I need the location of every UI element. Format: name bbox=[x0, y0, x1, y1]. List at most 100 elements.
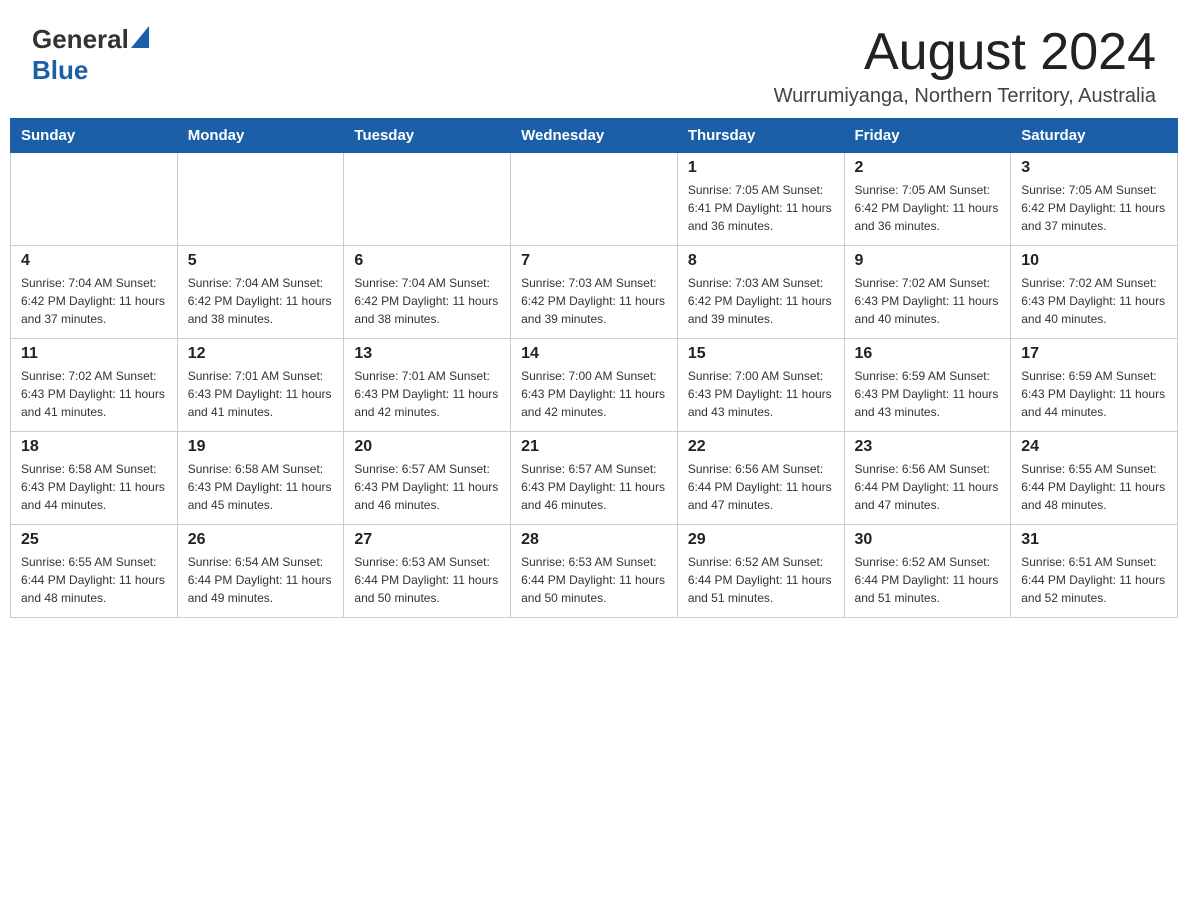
calendar-week-row: 25 Sunrise: 6:55 AM Sunset: 6:44 PM Dayli… bbox=[11, 525, 1178, 618]
logo: General Blue bbox=[32, 24, 149, 86]
day-info: Sunrise: 6:58 AM Sunset: 6:43 PM Dayligh… bbox=[21, 460, 167, 514]
calendar-cell: 22 Sunrise: 6:56 AM Sunset: 6:44 PM Dayli… bbox=[677, 432, 844, 525]
day-number: 22 bbox=[688, 438, 834, 456]
day-info: Sunrise: 6:56 AM Sunset: 6:44 PM Dayligh… bbox=[855, 460, 1001, 514]
day-number: 16 bbox=[855, 345, 1001, 363]
calendar-cell bbox=[11, 153, 178, 246]
calendar-cell: 19 Sunrise: 6:58 AM Sunset: 6:43 PM Dayli… bbox=[177, 432, 344, 525]
day-number: 31 bbox=[1021, 531, 1167, 549]
calendar-cell bbox=[511, 153, 678, 246]
day-number: 20 bbox=[354, 438, 500, 456]
calendar-cell: 4Sunrise: 7:04 AM Sunset: 6:42 PM Daylig… bbox=[11, 246, 178, 339]
calendar-week-row: 4Sunrise: 7:04 AM Sunset: 6:42 PM Daylig… bbox=[11, 246, 1178, 339]
calendar-cell: 9Sunrise: 7:02 AM Sunset: 6:43 PM Daylig… bbox=[844, 246, 1011, 339]
day-info: Sunrise: 6:57 AM Sunset: 6:43 PM Dayligh… bbox=[521, 460, 667, 514]
logo-triangle-icon bbox=[131, 26, 149, 53]
day-info: Sunrise: 6:53 AM Sunset: 6:44 PM Dayligh… bbox=[354, 553, 500, 607]
calendar-cell: 27 Sunrise: 6:53 AM Sunset: 6:44 PM Dayli… bbox=[344, 525, 511, 618]
calendar-day-header-monday: Monday bbox=[177, 119, 344, 153]
day-number: 11 bbox=[21, 345, 167, 363]
calendar-cell: 8Sunrise: 7:03 AM Sunset: 6:42 PM Daylig… bbox=[677, 246, 844, 339]
calendar-cell: 13 Sunrise: 7:01 AM Sunset: 6:43 PM Dayli… bbox=[344, 339, 511, 432]
day-info: Sunrise: 7:05 AM Sunset: 6:42 PM Dayligh… bbox=[855, 181, 1001, 235]
day-info: Sunrise: 6:52 AM Sunset: 6:44 PM Dayligh… bbox=[688, 553, 834, 607]
day-info: Sunrise: 7:04 AM Sunset: 6:42 PM Dayligh… bbox=[354, 274, 500, 328]
day-number: 7 bbox=[521, 252, 667, 270]
day-number: 10 bbox=[1021, 252, 1167, 270]
day-info: Sunrise: 7:05 AM Sunset: 6:42 PM Dayligh… bbox=[1021, 181, 1167, 235]
calendar-cell: 26Sunrise: 6:54 AM Sunset: 6:44 PM Dayli… bbox=[177, 525, 344, 618]
calendar-day-header-sunday: Sunday bbox=[11, 119, 178, 153]
title-block: August 2024 Wurrumiyanga, Northern Terri… bbox=[774, 24, 1156, 108]
day-info: Sunrise: 7:05 AM Sunset: 6:41 PM Dayligh… bbox=[688, 181, 834, 235]
day-number: 27 bbox=[354, 531, 500, 549]
calendar-cell: 31Sunrise: 6:51 AM Sunset: 6:44 PM Dayli… bbox=[1011, 525, 1178, 618]
calendar-cell: 2 Sunrise: 7:05 AM Sunset: 6:42 PM Daylig… bbox=[844, 153, 1011, 246]
day-info: Sunrise: 7:02 AM Sunset: 6:43 PM Dayligh… bbox=[21, 367, 167, 421]
day-info: Sunrise: 7:00 AM Sunset: 6:43 PM Dayligh… bbox=[688, 367, 834, 421]
calendar-cell: 11 Sunrise: 7:02 AM Sunset: 6:43 PM Dayli… bbox=[11, 339, 178, 432]
calendar-cell: 29 Sunrise: 6:52 AM Sunset: 6:44 PM Dayli… bbox=[677, 525, 844, 618]
calendar-cell: 20 Sunrise: 6:57 AM Sunset: 6:43 PM Dayli… bbox=[344, 432, 511, 525]
calendar-cell bbox=[344, 153, 511, 246]
day-info: Sunrise: 6:53 AM Sunset: 6:44 PM Dayligh… bbox=[521, 553, 667, 607]
calendar-cell: 18 Sunrise: 6:58 AM Sunset: 6:43 PM Dayli… bbox=[11, 432, 178, 525]
calendar-week-row: 18 Sunrise: 6:58 AM Sunset: 6:43 PM Dayli… bbox=[11, 432, 1178, 525]
day-info: Sunrise: 6:58 AM Sunset: 6:43 PM Dayligh… bbox=[188, 460, 334, 514]
day-info: Sunrise: 7:01 AM Sunset: 6:43 PM Dayligh… bbox=[354, 367, 500, 421]
day-info: Sunrise: 7:02 AM Sunset: 6:43 PM Dayligh… bbox=[1021, 274, 1167, 328]
day-info: Sunrise: 6:52 AM Sunset: 6:44 PM Dayligh… bbox=[855, 553, 1001, 607]
month-title: August 2024 bbox=[774, 24, 1156, 81]
day-number: 19 bbox=[188, 438, 334, 456]
calendar-week-row: 1 Sunrise: 7:05 AM Sunset: 6:41 PM Daylig… bbox=[11, 153, 1178, 246]
day-info: Sunrise: 6:55 AM Sunset: 6:44 PM Dayligh… bbox=[1021, 460, 1167, 514]
calendar-day-header-wednesday: Wednesday bbox=[511, 119, 678, 153]
day-info: Sunrise: 6:56 AM Sunset: 6:44 PM Dayligh… bbox=[688, 460, 834, 514]
calendar-cell: 15 Sunrise: 7:00 AM Sunset: 6:43 PM Dayli… bbox=[677, 339, 844, 432]
calendar-day-header-thursday: Thursday bbox=[677, 119, 844, 153]
day-number: 25 bbox=[21, 531, 167, 549]
calendar-cell: 24 Sunrise: 6:55 AM Sunset: 6:44 PM Dayli… bbox=[1011, 432, 1178, 525]
day-number: 15 bbox=[688, 345, 834, 363]
day-number: 30 bbox=[855, 531, 1001, 549]
day-number: 1 bbox=[688, 159, 834, 177]
calendar-cell: 25 Sunrise: 6:55 AM Sunset: 6:44 PM Dayli… bbox=[11, 525, 178, 618]
day-number: 3 bbox=[1021, 159, 1167, 177]
day-info: Sunrise: 6:55 AM Sunset: 6:44 PM Dayligh… bbox=[21, 553, 167, 607]
day-info: Sunrise: 6:59 AM Sunset: 6:43 PM Dayligh… bbox=[855, 367, 1001, 421]
calendar-cell: 30 Sunrise: 6:52 AM Sunset: 6:44 PM Dayli… bbox=[844, 525, 1011, 618]
day-number: 28 bbox=[521, 531, 667, 549]
day-number: 12 bbox=[188, 345, 334, 363]
calendar-cell: 10 Sunrise: 7:02 AM Sunset: 6:43 PM Dayli… bbox=[1011, 246, 1178, 339]
day-info: Sunrise: 7:00 AM Sunset: 6:43 PM Dayligh… bbox=[521, 367, 667, 421]
calendar-cell: 16 Sunrise: 6:59 AM Sunset: 6:43 PM Dayli… bbox=[844, 339, 1011, 432]
day-info: Sunrise: 6:59 AM Sunset: 6:43 PM Dayligh… bbox=[1021, 367, 1167, 421]
logo-blue-text: Blue bbox=[32, 55, 88, 85]
calendar-cell: 14 Sunrise: 7:00 AM Sunset: 6:43 PM Dayli… bbox=[511, 339, 678, 432]
day-number: 18 bbox=[21, 438, 167, 456]
day-number: 5 bbox=[188, 252, 334, 270]
day-number: 29 bbox=[688, 531, 834, 549]
calendar-cell: 21Sunrise: 6:57 AM Sunset: 6:43 PM Dayli… bbox=[511, 432, 678, 525]
day-number: 9 bbox=[855, 252, 1001, 270]
day-number: 6 bbox=[354, 252, 500, 270]
calendar-cell: 28 Sunrise: 6:53 AM Sunset: 6:44 PM Dayli… bbox=[511, 525, 678, 618]
calendar-cell: 6 Sunrise: 7:04 AM Sunset: 6:42 PM Daylig… bbox=[344, 246, 511, 339]
calendar-day-header-saturday: Saturday bbox=[1011, 119, 1178, 153]
calendar-cell: 23Sunrise: 6:56 AM Sunset: 6:44 PM Dayli… bbox=[844, 432, 1011, 525]
calendar-header-row: SundayMondayTuesdayWednesdayThursdayFrid… bbox=[11, 119, 1178, 153]
day-info: Sunrise: 7:04 AM Sunset: 6:42 PM Dayligh… bbox=[188, 274, 334, 328]
page-header: General Blue August 2024 Wurrumiyanga, N… bbox=[0, 0, 1188, 118]
day-number: 26 bbox=[188, 531, 334, 549]
day-number: 2 bbox=[855, 159, 1001, 177]
day-info: Sunrise: 7:04 AM Sunset: 6:42 PM Dayligh… bbox=[21, 274, 167, 328]
day-info: Sunrise: 7:01 AM Sunset: 6:43 PM Dayligh… bbox=[188, 367, 334, 421]
calendar-cell: 1 Sunrise: 7:05 AM Sunset: 6:41 PM Daylig… bbox=[677, 153, 844, 246]
day-info: Sunrise: 7:03 AM Sunset: 6:42 PM Dayligh… bbox=[521, 274, 667, 328]
day-number: 13 bbox=[354, 345, 500, 363]
calendar-header: SundayMondayTuesdayWednesdayThursdayFrid… bbox=[11, 119, 1178, 153]
day-number: 14 bbox=[521, 345, 667, 363]
day-number: 24 bbox=[1021, 438, 1167, 456]
calendar-body: 1 Sunrise: 7:05 AM Sunset: 6:41 PM Daylig… bbox=[11, 153, 1178, 618]
day-info: Sunrise: 6:57 AM Sunset: 6:43 PM Dayligh… bbox=[354, 460, 500, 514]
